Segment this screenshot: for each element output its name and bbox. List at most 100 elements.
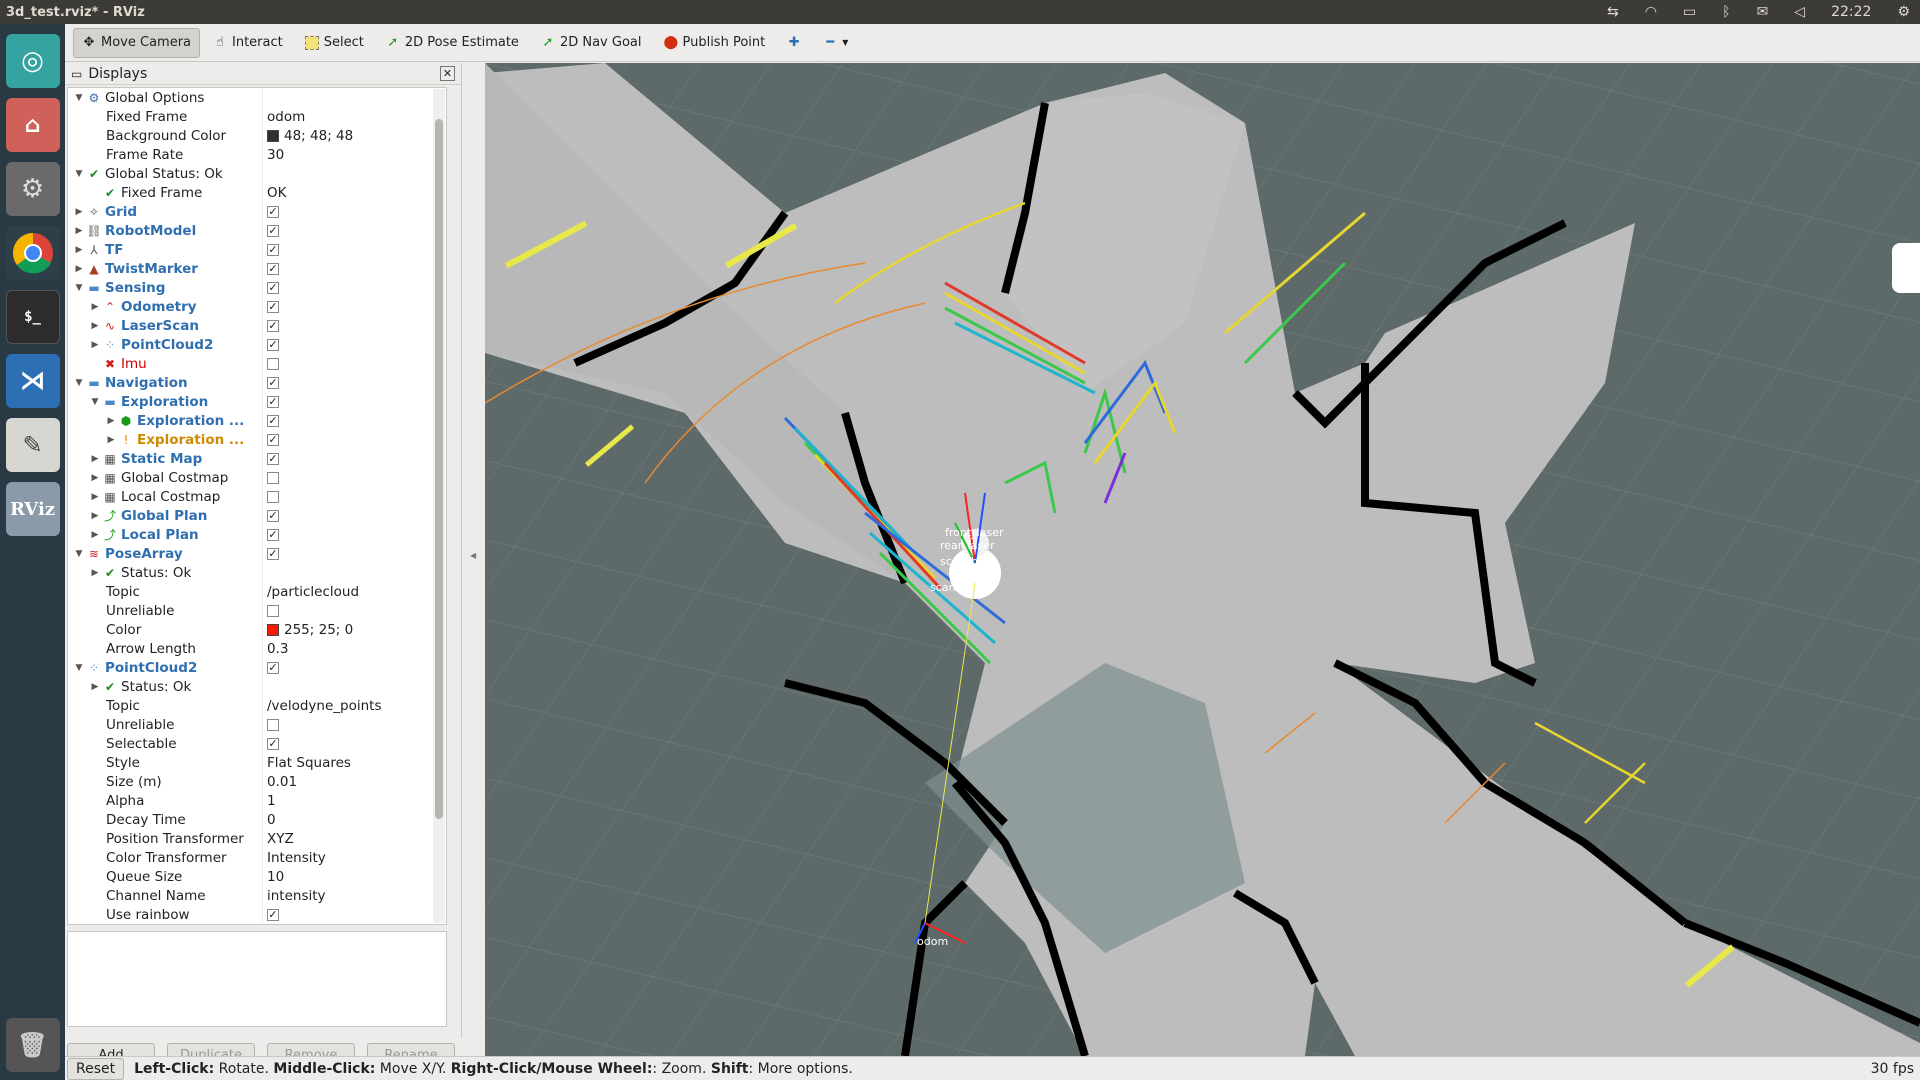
display-tree-row[interactable]: ▶ ⤴ Global Plan ✓ [68,506,446,525]
display-tree-row[interactable]: ▼ ▬ Navigation ✓ [68,373,446,392]
property-name-cell[interactable]: ▶ ✔ Status: Ok [68,563,263,582]
property-name-cell[interactable]: Queue Size [68,867,263,886]
add-tool-button[interactable]: ✚ [778,28,810,58]
property-value-cell[interactable] [265,601,446,620]
display-tree-row[interactable]: Channel Name intensity [68,886,446,905]
enable-checkbox[interactable]: ✓ [267,908,279,921]
close-icon[interactable]: ✕ [440,66,455,81]
enable-checkbox[interactable]: ✓ [267,737,279,750]
property-name-cell[interactable]: ▶ ⤴ Local Plan [68,525,263,544]
volume-icon[interactable]: ◁ [1794,4,1805,20]
move-camera-button[interactable]: ✥ Move Camera [73,27,201,58]
property-value-cell[interactable]: ✓ [265,525,446,544]
display-tree-row[interactable]: ▶ ✔ Status: Ok [68,677,446,696]
property-name-cell[interactable]: Frame Rate [68,145,263,164]
expanded-arrow-icon[interactable]: ▼ [72,663,86,673]
property-value-cell[interactable]: 0.01 [265,772,446,791]
collapsed-arrow-icon[interactable]: ▶ [72,226,86,236]
property-value-cell[interactable] [265,164,446,183]
property-value-cell[interactable]: ✓ [265,411,446,430]
enable-checkbox[interactable]: ✓ [267,414,279,427]
property-value-cell[interactable]: ✓ [265,506,446,525]
display-tree-row[interactable]: ▶ ⅄ TF ✓ [68,240,446,259]
tree-scrollbar[interactable] [433,89,445,923]
trash-icon[interactable]: 🗑 [5,1018,60,1072]
color-swatch[interactable] [267,129,279,142]
property-value-cell[interactable]: ✓ [265,259,446,278]
property-name-cell[interactable]: Style [68,753,263,772]
select-button[interactable]: Select [296,28,373,58]
collapsed-arrow-icon[interactable]: ▶ [88,321,102,331]
display-tree-row[interactable]: ▶ ⌃ Odometry ✓ [68,297,446,316]
display-tree-row[interactable]: ▶ ⛓ RobotModel ✓ [68,221,446,240]
property-name-cell[interactable]: Position Transformer [68,829,263,848]
collapsed-arrow-icon[interactable]: ▶ [88,492,102,502]
property-value-cell[interactable]: 0 [265,810,446,829]
property-name-cell[interactable]: Channel Name [68,886,263,905]
display-tree-row[interactable]: Fixed Frame odom [68,107,446,126]
display-tree-row[interactable]: Position Transformer XYZ [68,829,446,848]
property-name-cell[interactable]: Background Color [68,126,263,145]
property-name-cell[interactable]: ▶ ⌃ Odometry [68,297,263,316]
display-tree-row[interactable]: ✖ Imu [68,354,446,373]
display-tree-row[interactable]: Queue Size 10 [68,867,446,886]
chrome-icon[interactable] [5,226,60,280]
property-value-cell[interactable]: 1 [265,791,446,810]
render-canvas[interactable]: front_laser rear_laser scan_base scan od… [485,63,1920,1056]
property-value-cell[interactable]: ✓ [265,335,446,354]
property-value-cell[interactable]: OK [265,183,446,202]
property-name-cell[interactable]: ▶ ⛓ RobotModel [68,221,263,240]
expanded-arrow-icon[interactable]: ▼ [72,549,86,559]
property-value-cell[interactable]: intensity [265,886,446,905]
property-value-cell[interactable] [265,88,446,107]
display-tree-row[interactable]: Color 255; 25; 0 [68,620,446,639]
property-value-cell[interactable]: ✓ [265,734,446,753]
property-name-cell[interactable]: ▼ ⁘ PointCloud2 [68,658,263,677]
3d-render-view[interactable]: front_laser rear_laser scan_base scan od… [485,63,1920,1056]
display-tree-row[interactable]: Unreliable [68,601,446,620]
property-name-cell[interactable]: ▶ ⬢ Exploration ... [68,411,263,430]
enable-checkbox[interactable]: ✓ [267,300,279,313]
display-tree-row[interactable]: Style Flat Squares [68,753,446,772]
clock[interactable]: 22:22 [1831,4,1871,20]
scrollbar-thumb[interactable] [435,119,443,819]
ubuntu-dash-icon[interactable]: ◎ [5,34,60,88]
display-tree-row[interactable]: ▶ ⟡ Grid ✓ [68,202,446,221]
collapsed-arrow-icon[interactable]: ▶ [104,435,118,445]
display-tree-row[interactable]: Decay Time 0 [68,810,446,829]
display-tree-row[interactable]: ▶ ✔ Status: Ok [68,563,446,582]
teamviewer-icon[interactable]: ⇆ [1607,4,1619,20]
property-value-cell[interactable] [265,563,446,582]
display-tree-row[interactable]: Topic/velodyne_points [68,696,446,715]
property-name-cell[interactable]: ▶ ⅄ TF [68,240,263,259]
enable-checkbox[interactable] [267,357,279,370]
text-editor-icon[interactable]: ✎ [5,418,60,472]
display-tree-row[interactable]: ✔ Fixed Frame OK [68,183,446,202]
enable-checkbox[interactable]: ✓ [267,509,279,522]
property-name-cell[interactable]: Color Transformer [68,848,263,867]
property-value-cell[interactable]: ✓ [265,316,446,335]
property-name-cell[interactable]: ▶ ▦ Static Map [68,449,263,468]
display-tree-row[interactable]: ▼ ▬ Sensing ✓ [68,278,446,297]
enable-checkbox[interactable] [267,490,279,503]
property-value-cell[interactable] [265,487,446,506]
property-name-cell[interactable]: ▶ ▦ Global Costmap [68,468,263,487]
property-name-cell[interactable]: Decay Time [68,810,263,829]
display-tree-row[interactable]: Color Transformer Intensity [68,848,446,867]
mail-icon[interactable]: ✉ [1757,4,1769,20]
collapsed-arrow-icon[interactable]: ▶ [88,682,102,692]
settings-gear-icon[interactable]: ⚙ [1897,4,1910,20]
enable-checkbox[interactable]: ✓ [267,224,279,237]
system-settings-icon[interactable]: ⚙ [5,162,60,216]
display-tree-row[interactable]: Size (m) 0.01 [68,772,446,791]
enable-checkbox[interactable]: ✓ [267,205,279,218]
expanded-arrow-icon[interactable]: ▼ [72,283,86,293]
property-name-cell[interactable]: Arrow Length [68,639,263,658]
display-tree-row[interactable]: ▼ ▬ Exploration ✓ [68,392,446,411]
property-value-cell[interactable]: ✓ [265,278,446,297]
property-name-cell[interactable]: Size (m) [68,772,263,791]
property-name-cell[interactable]: ✖ Imu [68,354,263,373]
enable-checkbox[interactable]: ✓ [267,262,279,275]
display-tree-row[interactable]: ▶ ▦ Static Map ✓ [68,449,446,468]
enable-checkbox[interactable]: ✓ [267,338,279,351]
